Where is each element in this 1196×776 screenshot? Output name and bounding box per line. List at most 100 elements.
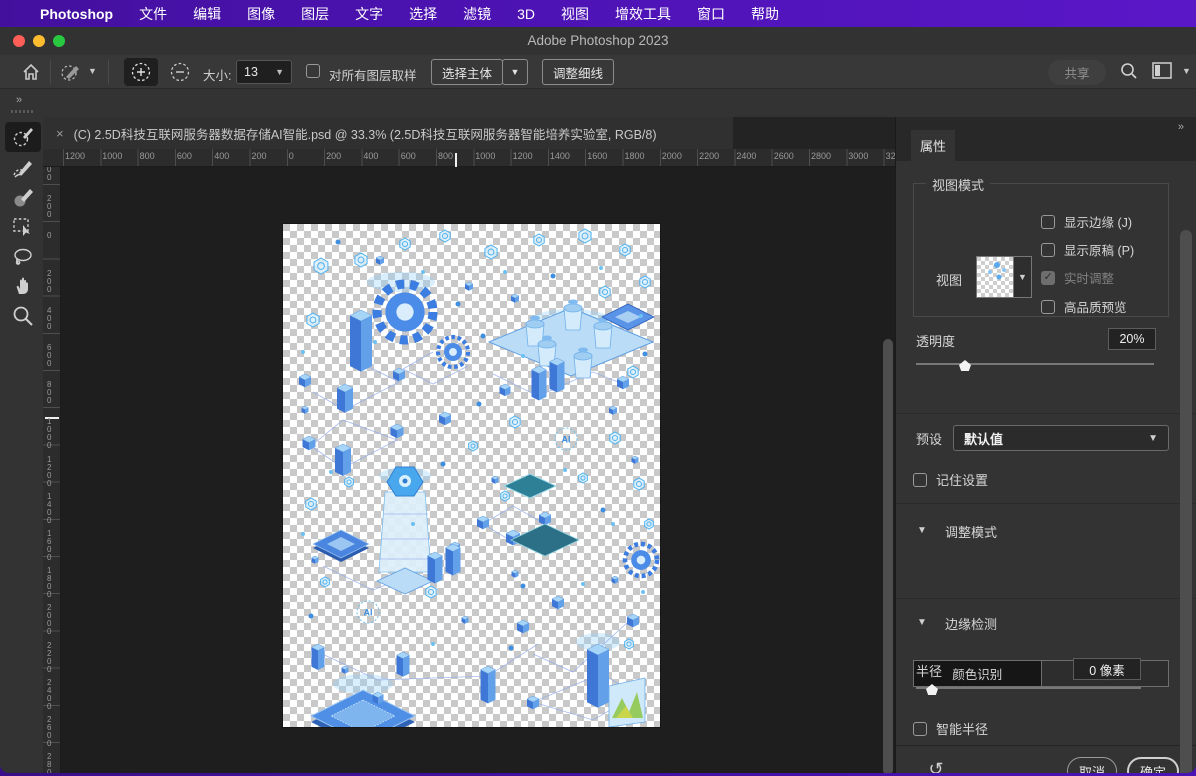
v-ruler-label: 4 0 0 <box>47 167 51 182</box>
add-to-selection-button[interactable] <box>124 58 158 86</box>
share-button[interactable]: 共享 <box>1048 60 1106 85</box>
pasteboard[interactable]: AIAI <box>61 167 895 773</box>
refine-hair-button[interactable]: 调整细线 <box>542 59 614 85</box>
menu-item-3D[interactable]: 3D <box>517 6 535 22</box>
radius-value[interactable]: 0 像素 <box>1073 658 1141 680</box>
transparency-slider-thumb[interactable] <box>959 360 971 371</box>
properties-panel: » 属性 视图模式 视图 ▼ 显示边缘 (J) <box>895 117 1196 773</box>
zoom-tool[interactable] <box>5 301 41 331</box>
v-ruler-label: 2 8 0 0 <box>47 753 51 773</box>
view-dropdown-chevron[interactable]: ▼ <box>1014 256 1032 298</box>
lasso-tool[interactable] <box>5 242 41 272</box>
canvas-artwork: AIAI <box>283 224 660 727</box>
panel-footer: ↺ 取消 确定 <box>896 745 1196 773</box>
realtime-refine-row: 实时调整 <box>1041 268 1114 287</box>
preset-select[interactable]: 默认值▼ <box>953 425 1169 451</box>
remember-settings-checkbox[interactable] <box>913 473 927 487</box>
app-menu[interactable]: Photoshop <box>40 6 113 22</box>
panel-scrollbar-thumb[interactable] <box>1180 230 1192 773</box>
toolbar-collapse-icon[interactable]: » <box>16 94 23 106</box>
cancel-button[interactable]: 取消 <box>1067 757 1117 773</box>
show-original-checkbox[interactable] <box>1041 243 1055 257</box>
refine-edge-brush-tool[interactable] <box>5 154 41 184</box>
v-ruler-label: 2 0 0 <box>47 270 51 294</box>
menu-item-编辑[interactable]: 编辑 <box>193 4 221 24</box>
h-ruler-label: 1400 <box>550 151 570 161</box>
workspace: » <box>0 90 1196 773</box>
chevron-down-icon[interactable]: ▼ <box>88 66 97 76</box>
search-icon[interactable] <box>1120 62 1138 80</box>
brush-preset-icon[interactable] <box>60 61 84 83</box>
show-original-row[interactable]: 显示原稿 (P) <box>1041 240 1134 259</box>
menu-item-滤镜[interactable]: 滤镜 <box>463 4 491 24</box>
brush-size-label: 大小: <box>203 65 231 84</box>
h-ruler-label: 1000 <box>102 151 122 161</box>
edge-detection-title[interactable]: 边缘检测 <box>945 614 997 633</box>
quick-selection-tool[interactable] <box>5 122 41 152</box>
high-quality-preview-row[interactable]: 高品质预览 <box>1041 297 1127 316</box>
subtract-from-selection-button[interactable] <box>164 58 196 86</box>
menu-item-帮助[interactable]: 帮助 <box>751 4 779 24</box>
workspace-chevron-icon[interactable]: ▼ <box>1182 66 1191 76</box>
view-label: 视图 <box>936 270 962 289</box>
v-ruler-label: 1 0 0 0 <box>47 418 51 450</box>
vertical-scrollbar-thumb[interactable] <box>883 339 893 773</box>
hand-tool[interactable] <box>5 271 41 301</box>
v-ruler-label: 2 0 0 0 <box>47 604 51 636</box>
refine-mode-chevron-icon[interactable]: ▼ <box>917 525 927 536</box>
refine-mode-title[interactable]: 调整模式 <box>945 522 997 541</box>
smart-radius-checkbox[interactable] <box>913 722 927 736</box>
home-icon[interactable] <box>21 62 41 82</box>
brush-size-select[interactable]: 13▼ <box>236 60 292 84</box>
horizontal-ruler[interactable]: 1200100080060040020002004006008001000120… <box>43 149 895 167</box>
close-document-icon[interactable]: × <box>56 126 64 141</box>
h-ruler-label: 3000 <box>848 151 868 161</box>
select-and-mask-toolbar: » <box>0 90 43 773</box>
remember-settings-row[interactable]: 记住设置 <box>913 470 988 489</box>
h-ruler-label: 1200 <box>513 151 533 161</box>
high-quality-preview-checkbox[interactable] <box>1041 300 1055 314</box>
workspace-switcher-icon[interactable] <box>1152 62 1172 80</box>
panel-collapse-icon[interactable]: » <box>1178 121 1185 133</box>
edge-detection-chevron-icon[interactable]: ▼ <box>917 617 927 628</box>
transparency-label: 透明度 <box>916 331 955 350</box>
document-title: (C) 2.5D科技互联网服务器数据存储AI智能.psd @ 33.3% (2.… <box>74 124 657 143</box>
radius-slider[interactable] <box>916 687 1141 689</box>
menu-item-窗口[interactable]: 窗口 <box>697 4 725 24</box>
svg-text:AI: AI <box>364 608 373 618</box>
menu-item-增效工具[interactable]: 增效工具 <box>615 4 671 24</box>
toolbar-grip[interactable] <box>11 110 35 113</box>
divider <box>896 413 1196 414</box>
panel-header: » 属性 <box>896 117 1196 161</box>
tab-properties[interactable]: 属性 <box>911 130 955 161</box>
view-thumbnail[interactable] <box>976 256 1014 298</box>
brush-tool[interactable] <box>5 183 41 213</box>
transparency-slider[interactable] <box>916 363 1154 365</box>
window-title-bar[interactable]: Adobe Photoshop 2023 <box>0 27 1196 55</box>
menu-item-图像[interactable]: 图像 <box>247 4 275 24</box>
smart-radius-row[interactable]: 智能半径 <box>913 719 988 738</box>
panel-body: 视图模式 视图 ▼ 显示边缘 (J) 显示原稿 (P) <box>896 161 1196 745</box>
show-edge-checkbox[interactable] <box>1041 215 1055 229</box>
radius-label: 半径 <box>916 661 942 680</box>
h-ruler-label: 1600 <box>587 151 607 161</box>
h-ruler-label: 2600 <box>774 151 794 161</box>
menu-item-文件[interactable]: 文件 <box>139 4 167 24</box>
select-subject-dropdown-button[interactable]: ▼ <box>502 59 528 85</box>
ok-button[interactable]: 确定 <box>1127 757 1179 773</box>
reset-icon[interactable]: ↺ <box>924 758 948 773</box>
h-ruler-label: 400 <box>363 151 378 161</box>
select-subject-button[interactable]: 选择主体 <box>431 59 503 85</box>
show-edge-row[interactable]: 显示边缘 (J) <box>1041 212 1132 231</box>
object-selection-tool[interactable] <box>5 212 41 242</box>
canvas[interactable]: AIAI <box>283 224 660 727</box>
menu-item-文字[interactable]: 文字 <box>355 4 383 24</box>
sample-all-layers-checkbox[interactable] <box>306 64 320 78</box>
document-tab[interactable]: × (C) 2.5D科技互联网服务器数据存储AI智能.psd @ 33.3% (… <box>43 117 733 149</box>
menu-item-选择[interactable]: 选择 <box>409 4 437 24</box>
vertical-ruler[interactable]: 4 0 02 0 002 0 04 0 06 0 08 0 01 0 0 01 … <box>43 167 61 773</box>
menu-item-视图[interactable]: 视图 <box>561 4 589 24</box>
menu-item-图层[interactable]: 图层 <box>301 4 329 24</box>
transparency-value[interactable]: 20% <box>1108 328 1156 350</box>
v-ruler-label: 8 0 0 <box>47 381 51 405</box>
